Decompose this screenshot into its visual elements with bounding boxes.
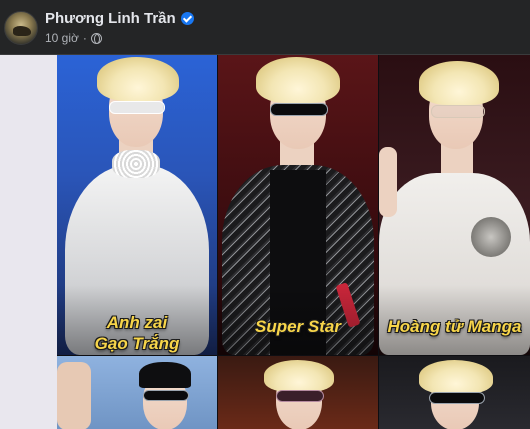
author-row: Phương Linh Trần <box>45 10 194 27</box>
collage-photo-warm[interactable] <box>218 356 378 429</box>
post-meta: 10 giờ · <box>45 31 102 45</box>
globe-icon[interactable] <box>90 32 102 44</box>
post-header: Phương Linh Trần 10 giờ · <box>0 0 530 54</box>
silver-rose-brooch <box>471 217 511 257</box>
figure-glasses <box>431 105 485 118</box>
caption-hoang-tu-manga: Hoàng tử Manga <box>387 317 522 336</box>
caption-gao-trang: Gạo Trắng <box>94 334 180 353</box>
collage-photo-dark[interactable] <box>379 356 530 429</box>
figure-hair <box>264 360 334 392</box>
meta-separator: · <box>82 31 87 45</box>
figure-sunglasses <box>429 392 485 404</box>
collage-photo-black-jacket[interactable]: Super Star <box>218 55 378 355</box>
author-name[interactable]: Phương Linh Trần <box>45 10 176 27</box>
figure-sunglasses <box>276 390 324 402</box>
collage-photo-white-outfit[interactable]: Anh zai Gạo Trắng <box>57 55 217 355</box>
figure-hair <box>419 61 499 105</box>
caption-super-star: Super Star <box>255 317 341 336</box>
avatar-image <box>13 26 31 36</box>
raised-arm <box>57 362 91 429</box>
pearl-collar <box>112 150 160 178</box>
collage-photo-cap[interactable] <box>57 356 217 429</box>
figure-sunglasses <box>143 390 189 401</box>
figure-hair <box>419 360 493 394</box>
figure-hair <box>256 57 340 103</box>
figure-sunglasses <box>270 103 328 116</box>
black-cap <box>139 362 191 388</box>
photo-collage[interactable]: Anh zai Gạo Trắng Super Star Hoàng tử Ma… <box>57 55 530 429</box>
figure-sunglasses <box>109 101 165 114</box>
figure-hair <box>97 57 179 101</box>
post-timestamp[interactable]: 10 giờ <box>45 31 79 45</box>
collage-photo-white-shirt[interactable]: Hoàng tử Manga <box>379 55 530 355</box>
raised-arm <box>379 147 397 217</box>
post-image-frame: Anh zai Gạo Trắng Super Star Hoàng tử Ma… <box>0 54 530 429</box>
caption-anh-zai: Anh zai <box>106 313 168 332</box>
author-avatar[interactable] <box>4 11 38 45</box>
verified-badge-icon <box>180 12 194 25</box>
